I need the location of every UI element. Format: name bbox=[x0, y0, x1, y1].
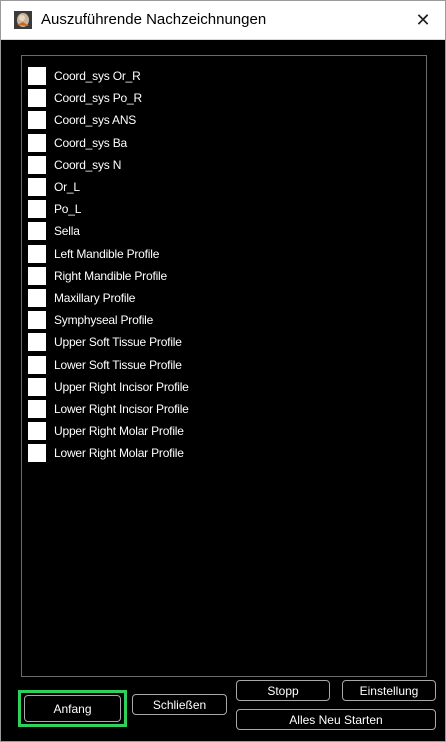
dialog-window: Auszuführende Nachzeichnungen ✕ Coord_sy… bbox=[0, 0, 446, 742]
list-item-label: Po_L bbox=[54, 202, 82, 217]
start-button-label: Anfang bbox=[53, 701, 92, 716]
list-item-label: Sella bbox=[54, 224, 80, 239]
checkbox[interactable] bbox=[28, 244, 46, 263]
list-item[interactable]: Coord_sys Po_R bbox=[28, 87, 189, 109]
list-item[interactable]: Upper Right Incisor Profile bbox=[28, 376, 189, 398]
list-item[interactable]: Coord_sys Or_R bbox=[28, 65, 189, 87]
list-item-label: Symphyseal Profile bbox=[54, 313, 154, 328]
tracing-list-panel[interactable]: Coord_sys Or_R Coord_sys Po_R Coord_sys AN… bbox=[21, 55, 427, 677]
checkbox[interactable] bbox=[28, 266, 46, 285]
list-item-label: Coord_sys Po_R bbox=[54, 91, 142, 106]
list-item[interactable]: Coord_sys Ba bbox=[28, 132, 189, 154]
checkbox[interactable] bbox=[28, 178, 46, 197]
close-window-button[interactable]: ✕ bbox=[401, 1, 445, 39]
list-item-label: Upper Right Molar Profile bbox=[54, 424, 184, 439]
list-item-label: Or_L bbox=[54, 180, 80, 195]
checkbox[interactable] bbox=[28, 399, 46, 418]
settings-button-label: Einstellung bbox=[359, 683, 419, 698]
list-item[interactable]: Coord_sys N bbox=[28, 154, 189, 176]
list-item[interactable]: Right Mandible Profile bbox=[28, 265, 189, 287]
tracing-list: Coord_sys Or_R Coord_sys Po_R Coord_sys AN… bbox=[28, 65, 189, 464]
checkbox[interactable] bbox=[28, 200, 46, 219]
list-item-label: Lower Soft Tissue Profile bbox=[54, 357, 182, 372]
close-button[interactable]: Schließen bbox=[132, 694, 227, 715]
list-item-label: Coord_sys Or_R bbox=[54, 69, 141, 84]
settings-button[interactable]: Einstellung bbox=[342, 680, 436, 701]
restart-all-button[interactable]: Alles Neu Starten bbox=[236, 709, 436, 730]
close-button-label: Schließen bbox=[152, 697, 207, 712]
list-item-label: Left Mandible Profile bbox=[54, 246, 160, 261]
list-item[interactable]: Upper Right Molar Profile bbox=[28, 420, 189, 442]
checkbox[interactable] bbox=[28, 377, 46, 396]
list-item[interactable]: Left Mandible Profile bbox=[28, 243, 189, 265]
checkbox[interactable] bbox=[28, 89, 46, 108]
list-item-label: Upper Soft Tissue Profile bbox=[54, 335, 182, 350]
checkbox[interactable] bbox=[28, 111, 46, 130]
list-item[interactable]: Lower Soft Tissue Profile bbox=[28, 353, 189, 375]
list-item-label: Right Mandible Profile bbox=[54, 268, 167, 283]
checkbox[interactable] bbox=[28, 333, 46, 352]
list-item[interactable]: Po_L bbox=[28, 198, 189, 220]
checkbox[interactable] bbox=[28, 133, 46, 152]
checkbox[interactable] bbox=[28, 155, 46, 174]
list-item-label: Coord_sys N bbox=[54, 157, 122, 172]
checkbox[interactable] bbox=[28, 311, 46, 330]
list-item[interactable]: Lower Right Incisor Profile bbox=[28, 398, 189, 420]
list-item-label: Lower Right Molar Profile bbox=[54, 446, 184, 461]
checkbox[interactable] bbox=[28, 222, 46, 241]
list-item-label: Lower Right Incisor Profile bbox=[54, 401, 189, 416]
list-item[interactable]: Coord_sys ANS bbox=[28, 109, 189, 131]
list-item[interactable]: Maxillary Profile bbox=[28, 287, 189, 309]
cephalometric-app-icon bbox=[14, 11, 32, 29]
list-item[interactable]: Sella bbox=[28, 220, 189, 242]
list-item[interactable]: Or_L bbox=[28, 176, 189, 198]
title-bar: Auszuführende Nachzeichnungen ✕ bbox=[1, 1, 445, 40]
restart-all-button-label: Alles Neu Starten bbox=[289, 712, 383, 727]
stop-button-label: Stopp bbox=[267, 683, 299, 698]
checkbox[interactable] bbox=[28, 444, 46, 463]
window-title: Auszuführende Nachzeichnungen bbox=[41, 11, 267, 28]
list-item-label: Upper Right Incisor Profile bbox=[54, 379, 189, 394]
checkbox[interactable] bbox=[28, 355, 46, 374]
stop-button[interactable]: Stopp bbox=[236, 680, 330, 701]
start-button[interactable]: Anfang bbox=[24, 695, 121, 722]
list-item[interactable]: Upper Soft Tissue Profile bbox=[28, 331, 189, 353]
list-item-label: Coord_sys Ba bbox=[54, 135, 127, 150]
checkbox[interactable] bbox=[28, 422, 46, 441]
checkbox[interactable] bbox=[28, 67, 46, 86]
close-icon[interactable]: ✕ bbox=[415, 10, 430, 31]
list-item[interactable]: Symphyseal Profile bbox=[28, 309, 189, 331]
checkbox[interactable] bbox=[28, 288, 46, 307]
list-item-label: Coord_sys ANS bbox=[54, 113, 137, 128]
list-item[interactable]: Lower Right Molar Profile bbox=[28, 442, 189, 464]
list-item-label: Maxillary Profile bbox=[54, 290, 136, 305]
